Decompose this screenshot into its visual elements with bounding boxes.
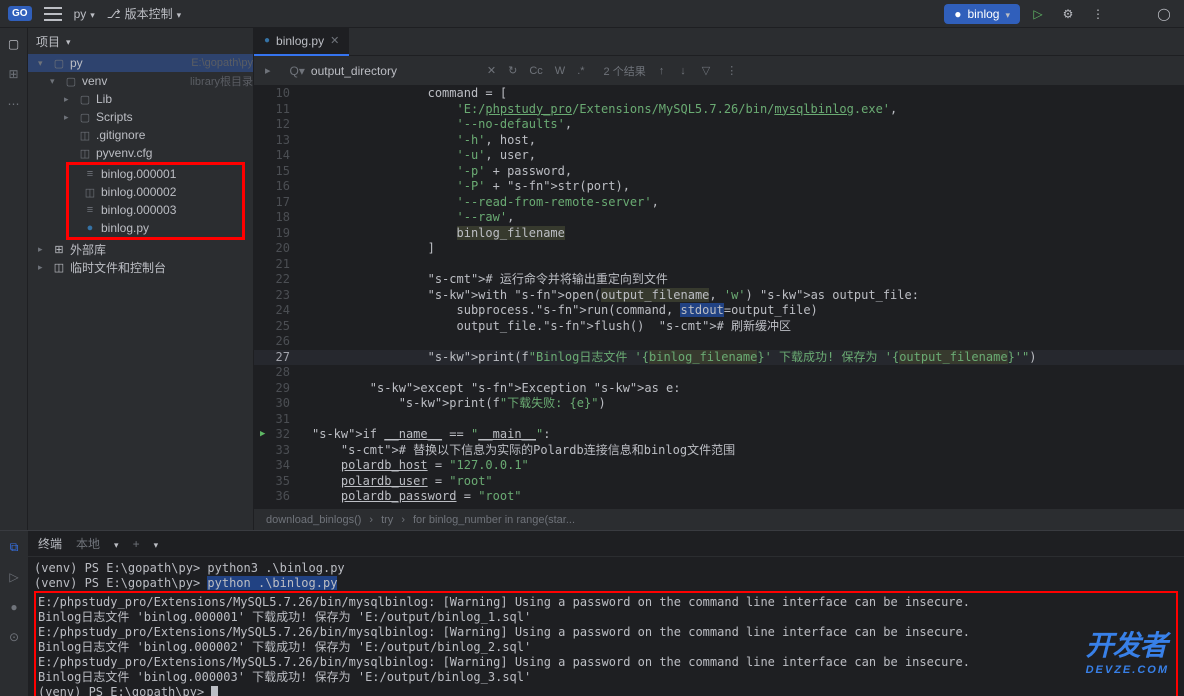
- tree-binlog1[interactable]: ≡ binlog.000001: [69, 165, 242, 183]
- terminal-tab-chevron[interactable]: [114, 537, 119, 551]
- gutter: 1011121314151617181920212223242526272829…: [254, 86, 304, 508]
- tree-scripts[interactable]: ▸ ▢ Scripts: [28, 108, 253, 126]
- python-console-icon[interactable]: ●: [4, 597, 24, 617]
- terminal-add-chevron[interactable]: [154, 537, 159, 551]
- tree-venv[interactable]: ▾ ▢ venv library根目录: [28, 72, 253, 90]
- terminal-panel: ⧉ ▷ ● ⊙ 终端 本地 + (venv) PS E:\gopath\py> …: [0, 530, 1184, 696]
- topbar: GO py ⎇版本控制 ●binlog ▷ ⚙ ⋮ ◯: [0, 0, 1184, 28]
- problems-icon[interactable]: ⊙: [4, 627, 24, 647]
- chevron-right-icon[interactable]: ▸: [262, 64, 274, 77]
- case-toggle[interactable]: Cc: [526, 65, 545, 77]
- editor-tab-binlog[interactable]: ● binlog.py ✕: [254, 28, 349, 56]
- breadcrumb-item[interactable]: try: [381, 514, 393, 526]
- scratch-icon: ◫: [52, 261, 66, 274]
- python-icon: ●: [264, 35, 270, 46]
- ide-badge: GO: [8, 6, 32, 21]
- tree-binlog2[interactable]: ◫ binlog.000002: [69, 183, 242, 201]
- file-icon: ≡: [83, 204, 97, 216]
- refresh-icon[interactable]: ↻: [505, 64, 520, 77]
- tree-lib[interactable]: ▸ ▢ Lib: [28, 90, 253, 108]
- chevron-down-icon: ▾: [50, 76, 60, 87]
- debug-button[interactable]: ⚙: [1056, 2, 1080, 26]
- tree-pyvenv[interactable]: ◫ pyvenv.cfg: [28, 144, 253, 162]
- folder-icon: ▢: [52, 57, 66, 70]
- project-tree: ▾ ▢ py E:\gopath\py ▾ ▢ venv library根目录 …: [28, 54, 253, 530]
- close-icon[interactable]: ✕: [330, 34, 339, 47]
- hamburger-icon[interactable]: [44, 7, 62, 21]
- chevron-down-icon[interactable]: [66, 34, 71, 48]
- find-bar: ▸ Q▾ ✕ ↻ Cc W .* 2 个结果 ↑ ↓ ▽ ⋮: [254, 56, 1184, 86]
- code-editor[interactable]: 1011121314151617181920212223242526272829…: [254, 86, 1184, 508]
- structure-tool-icon[interactable]: ⊞: [4, 64, 24, 84]
- tree-binlogpy[interactable]: ● binlog.py: [69, 219, 242, 237]
- regex-toggle[interactable]: .*: [574, 65, 587, 77]
- terminal-icon[interactable]: ⧉: [4, 537, 24, 557]
- sidebar-header: 项目: [28, 28, 253, 54]
- terminal-tab-local[interactable]: 本地: [76, 535, 100, 552]
- chevron-right-icon: ▸: [38, 244, 48, 255]
- breadcrumb: download_binlogs() › try › for binlog_nu…: [254, 508, 1184, 530]
- file-icon: ◫: [78, 147, 92, 160]
- python-icon: ●: [954, 7, 961, 21]
- find-results: 2 个结果: [604, 63, 646, 79]
- folder-icon: ▢: [64, 75, 78, 88]
- tree-external-lib[interactable]: ▸ ⊞ 外部库: [28, 240, 253, 258]
- run-config-selector[interactable]: ●binlog: [944, 4, 1020, 24]
- run-icon[interactable]: ▷: [4, 567, 24, 587]
- avatar-icon[interactable]: ◯: [1152, 2, 1176, 26]
- tree-binlog3[interactable]: ≡ binlog.000003: [69, 201, 242, 219]
- vcs-dropdown[interactable]: ⎇版本控制: [107, 5, 181, 22]
- file-icon: ≡: [83, 168, 97, 180]
- more-tool-icon[interactable]: ⋯: [4, 94, 24, 114]
- file-icon: ◫: [78, 129, 92, 142]
- library-icon: ⊞: [52, 243, 66, 256]
- tree-root[interactable]: ▾ ▢ py E:\gopath\py: [28, 54, 253, 72]
- run-button[interactable]: ▷: [1026, 2, 1050, 26]
- chevron-down-icon: ▾: [38, 58, 48, 69]
- breadcrumb-item[interactable]: for binlog_number in range(star...: [413, 514, 575, 526]
- terminal-tab-main[interactable]: 终端: [38, 535, 62, 552]
- breadcrumb-item[interactable]: download_binlogs(): [266, 514, 361, 526]
- clear-icon[interactable]: ✕: [484, 64, 499, 77]
- terminal-tabs: 终端 本地 +: [28, 531, 1184, 557]
- filter-icon[interactable]: ▽: [699, 64, 713, 77]
- next-match-icon[interactable]: ↓: [677, 65, 689, 77]
- more-button[interactable]: ⋮: [1086, 2, 1110, 26]
- terminal-rail: ⧉ ▷ ● ⊙: [0, 531, 28, 696]
- project-tool-icon[interactable]: ▢: [4, 34, 24, 54]
- python-icon: ●: [83, 222, 97, 234]
- search-input[interactable]: [311, 64, 478, 78]
- file-icon: ◫: [83, 186, 97, 199]
- tree-gitignore[interactable]: ◫ .gitignore: [28, 126, 253, 144]
- tree-scratch[interactable]: ▸ ◫ 临时文件和控制台: [28, 258, 253, 276]
- find-input-wrapper: Q▾ ✕ ↻ Cc W .*: [284, 62, 594, 80]
- editor-tabs: ● binlog.py ✕: [254, 28, 1184, 56]
- chevron-right-icon: ▸: [38, 262, 48, 273]
- prev-match-icon[interactable]: ↑: [656, 65, 668, 77]
- project-sidebar: 项目 ▾ ▢ py E:\gopath\py ▾ ▢ venv library根…: [28, 28, 254, 530]
- chevron-down-icon: [1005, 7, 1010, 21]
- search-icon: Q▾: [290, 64, 305, 78]
- terminal-output[interactable]: (venv) PS E:\gopath\py> python3 .\binlog…: [28, 557, 1184, 696]
- vcs-icon: ⎇: [107, 7, 121, 21]
- terminal-add-icon[interactable]: +: [133, 537, 140, 551]
- code-content[interactable]: command = [ 'E:/phpstudy_pro/Extensions/…: [304, 86, 1184, 508]
- more-icon[interactable]: ⋮: [723, 64, 740, 77]
- highlight-box: ≡ binlog.000001 ◫ binlog.000002 ≡ binlog…: [66, 162, 245, 240]
- folder-icon: ▢: [78, 111, 92, 124]
- chevron-down-icon: [177, 7, 182, 21]
- folder-icon: ▢: [78, 93, 92, 106]
- chevron-down-icon: [90, 7, 95, 21]
- chevron-right-icon: ▸: [64, 94, 74, 105]
- chevron-right-icon: ▸: [64, 112, 74, 123]
- word-toggle[interactable]: W: [552, 65, 568, 77]
- project-dropdown[interactable]: py: [74, 7, 95, 21]
- editor: ● binlog.py ✕ ▸ Q▾ ✕ ↻ Cc W .* 2 个结果 ↑ ↓…: [254, 28, 1184, 530]
- left-tool-rail: ▢ ⊞ ⋯: [0, 28, 28, 530]
